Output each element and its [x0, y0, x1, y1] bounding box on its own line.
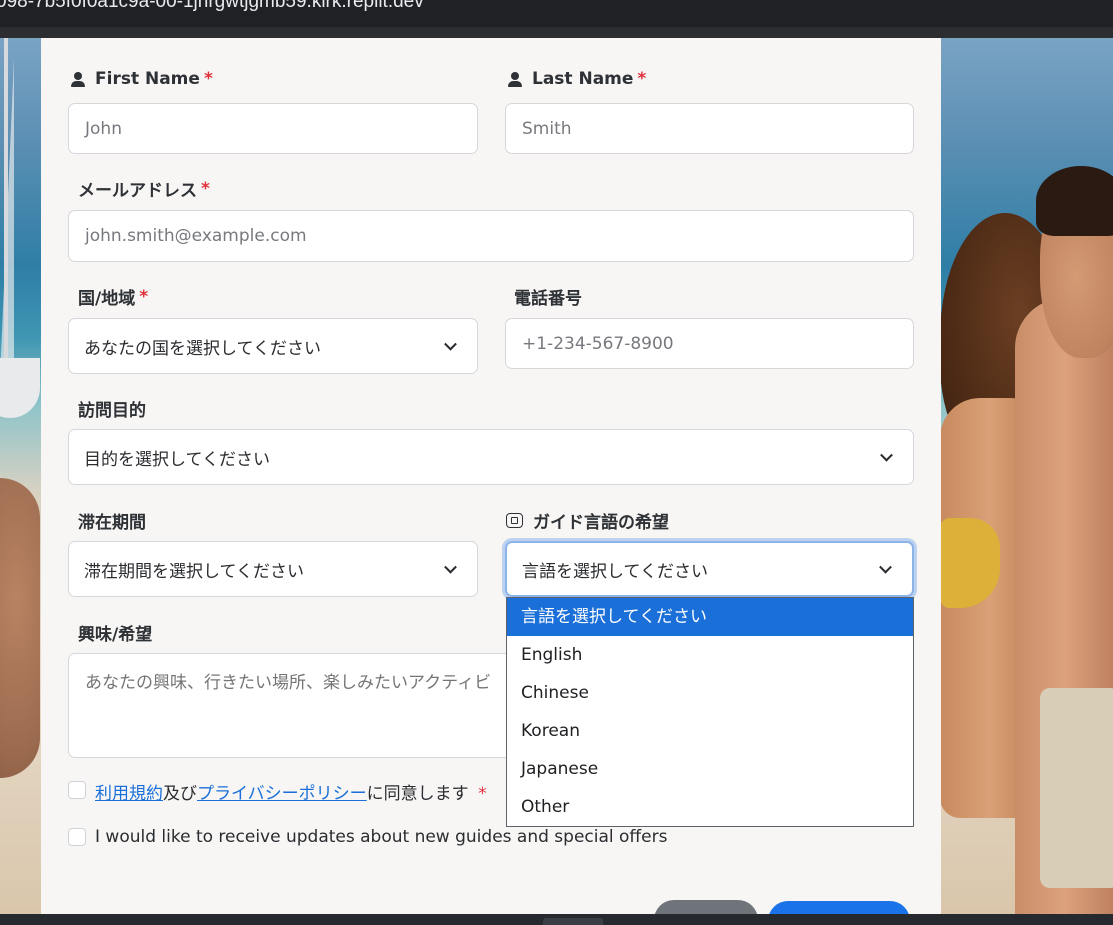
chevron-down-icon	[879, 560, 892, 574]
duration-label-text: 滞在期間	[78, 513, 146, 533]
chevron-down-icon	[880, 448, 893, 462]
phone-label-text: 電話番号	[514, 289, 582, 309]
required-mark: *	[201, 178, 210, 199]
duration-label: 滞在期間	[78, 508, 146, 533]
guide-language-dropdown: 言語を選択してください English Chinese Korean Japan…	[506, 597, 914, 827]
country-label: 国/地域 *	[78, 284, 149, 310]
last-name-input[interactable]: Smith	[505, 103, 914, 154]
guide-language-label: ガイド言語の希望	[506, 508, 669, 533]
guide-language-select[interactable]: 言語を選択してください	[505, 541, 914, 597]
required-mark: *	[203, 69, 213, 89]
updates-checkbox[interactable]	[68, 828, 86, 846]
chevron-down-icon	[444, 337, 457, 351]
phone-label: 電話番号	[514, 284, 582, 309]
browser-url-text: 098-7b5f0f0a1c9a-00-1jhrgwtjgmb59.kirk.r…	[0, 0, 424, 12]
terms-tail-text: に同意します	[366, 784, 469, 804]
terms-text: 利用規約及びプライバシーポリシーに同意します *	[95, 779, 487, 804]
interests-label-text: 興味/希望	[78, 625, 153, 645]
country-label-text: 国/地域	[78, 289, 136, 309]
last-name-label: Last Name *	[508, 69, 646, 89]
interests-label: 興味/希望	[78, 620, 152, 645]
phone-input[interactable]: +1-234-567-8900	[505, 318, 914, 369]
dropdown-option[interactable]: 言語を選択してください	[507, 598, 913, 636]
purpose-selected-value: 目的を選択してください	[84, 449, 270, 470]
browser-toolbar-edge	[0, 27, 1113, 38]
guide-language-label-text: ガイド言語の希望	[533, 513, 669, 533]
dropdown-option[interactable]: Chinese	[507, 674, 913, 712]
email-input[interactable]: john.smith@example.com	[68, 210, 914, 262]
first-name-input[interactable]: John	[68, 103, 478, 154]
first-name-value: John	[85, 118, 122, 139]
phone-placeholder: +1-234-567-8900	[522, 333, 674, 354]
last-name-value: Smith	[522, 118, 572, 139]
dropdown-option[interactable]: Japanese	[507, 750, 913, 788]
sailboat-mast	[4, 38, 8, 388]
guide-language-selected-value: 言語を選択してください	[522, 561, 708, 582]
dropdown-option[interactable]: Other	[507, 788, 913, 826]
country-selected-value: あなたの国を選択してください	[84, 338, 321, 359]
terms-checkbox[interactable]	[68, 781, 86, 799]
last-name-label-text: Last Name	[532, 69, 634, 89]
email-label-text: メールアドレス	[78, 181, 197, 201]
email-placeholder: john.smith@example.com	[85, 226, 307, 246]
person-icon	[71, 71, 85, 87]
purpose-label-text: 訪問目的	[78, 401, 146, 421]
dropdown-option[interactable]: English	[507, 636, 913, 674]
dropdown-option[interactable]: Korean	[507, 712, 913, 750]
terms-mid-text: 及び	[163, 784, 197, 804]
cancel-button[interactable]	[654, 900, 758, 914]
required-mark: *	[139, 286, 149, 307]
browser-url-bar[interactable]: 098-7b5f0f0a1c9a-00-1jhrgwtjgmb59.kirk.r…	[0, 0, 1113, 27]
terms-of-service-link[interactable]: 利用規約	[95, 784, 163, 804]
privacy-policy-link[interactable]: プライバシーポリシー	[197, 784, 367, 804]
submit-button[interactable]	[768, 901, 910, 914]
duration-select[interactable]: 滞在期間を選択してください	[68, 541, 478, 597]
person-icon	[508, 71, 522, 87]
first-name-label: First Name *	[71, 69, 213, 89]
required-mark: *	[478, 784, 487, 804]
taskbar-app-icon[interactable]	[543, 918, 603, 925]
first-name-label-text: First Name	[95, 69, 200, 89]
language-icon	[506, 513, 523, 528]
country-select[interactable]: あなたの国を選択してください	[68, 318, 478, 374]
purpose-label: 訪問目的	[78, 396, 146, 421]
background-shorts	[1040, 688, 1113, 888]
sailboat-hull	[0, 358, 40, 418]
email-label: メールアドレス *	[78, 176, 210, 202]
duration-selected-value: 滞在期間を選択してください	[84, 561, 304, 582]
background-person-left	[0, 478, 40, 778]
chevron-down-icon	[444, 560, 457, 574]
updates-label: I would like to receive updates about ne…	[95, 827, 668, 847]
required-mark: *	[637, 69, 647, 89]
purpose-select[interactable]: 目的を選択してください	[68, 429, 914, 485]
background-man-hair	[1036, 166, 1113, 236]
